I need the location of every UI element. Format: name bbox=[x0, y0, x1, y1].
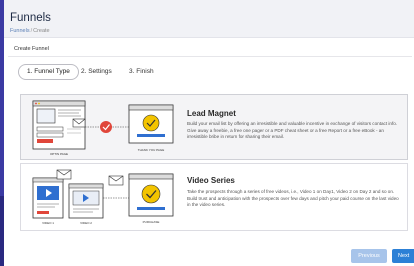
video-2-caption: VIDEO 2 bbox=[80, 221, 92, 225]
step-funnel-type[interactable]: 1. Funnel Type bbox=[18, 64, 79, 80]
page-title: Funnels bbox=[10, 12, 51, 24]
video-series-description: Take the prospects through a series of f… bbox=[187, 189, 399, 208]
page-header: Funnels Funnels/Create bbox=[4, 0, 414, 38]
video-series-title: Video Series bbox=[187, 176, 235, 185]
create-funnel-title: Create Funnel bbox=[14, 46, 49, 52]
breadcrumb-funnels-link[interactable]: Funnels bbox=[10, 28, 30, 34]
lead-magnet-description: Build your email list by offering an irr… bbox=[187, 121, 398, 140]
optin-page-caption: OPTIN PAGE bbox=[50, 152, 68, 156]
step-finish[interactable]: 3. Finish bbox=[129, 64, 154, 80]
divider bbox=[8, 56, 412, 57]
breadcrumb: Funnels/Create bbox=[10, 28, 50, 34]
purchase-caption: PURCHASE bbox=[143, 220, 160, 224]
video-series-illustration: VIDEO 1 VIDEO 2 PURCHASE bbox=[32, 169, 174, 225]
lead-magnet-illustration: OPTIN PAGE THANK YOU PAGE bbox=[32, 100, 174, 156]
next-button[interactable]: Next bbox=[392, 249, 414, 263]
step-settings[interactable]: 2. Settings bbox=[81, 64, 112, 80]
sidebar-strip bbox=[0, 0, 4, 266]
previous-button[interactable]: Previous bbox=[351, 249, 387, 263]
funnel-type-card-lead-magnet[interactable]: OPTIN PAGE THANK YOU PAGE Lead Magnet Bu… bbox=[20, 94, 408, 160]
lead-magnet-title: Lead Magnet bbox=[187, 109, 236, 118]
breadcrumb-current: Create bbox=[33, 28, 50, 34]
thank-you-page-caption: THANK YOU PAGE bbox=[138, 148, 164, 152]
video-1-caption: VIDEO 1 bbox=[42, 221, 54, 225]
funnel-type-card-video-series[interactable]: VIDEO 1 VIDEO 2 PURCHASE Video Series Ta… bbox=[20, 163, 408, 231]
